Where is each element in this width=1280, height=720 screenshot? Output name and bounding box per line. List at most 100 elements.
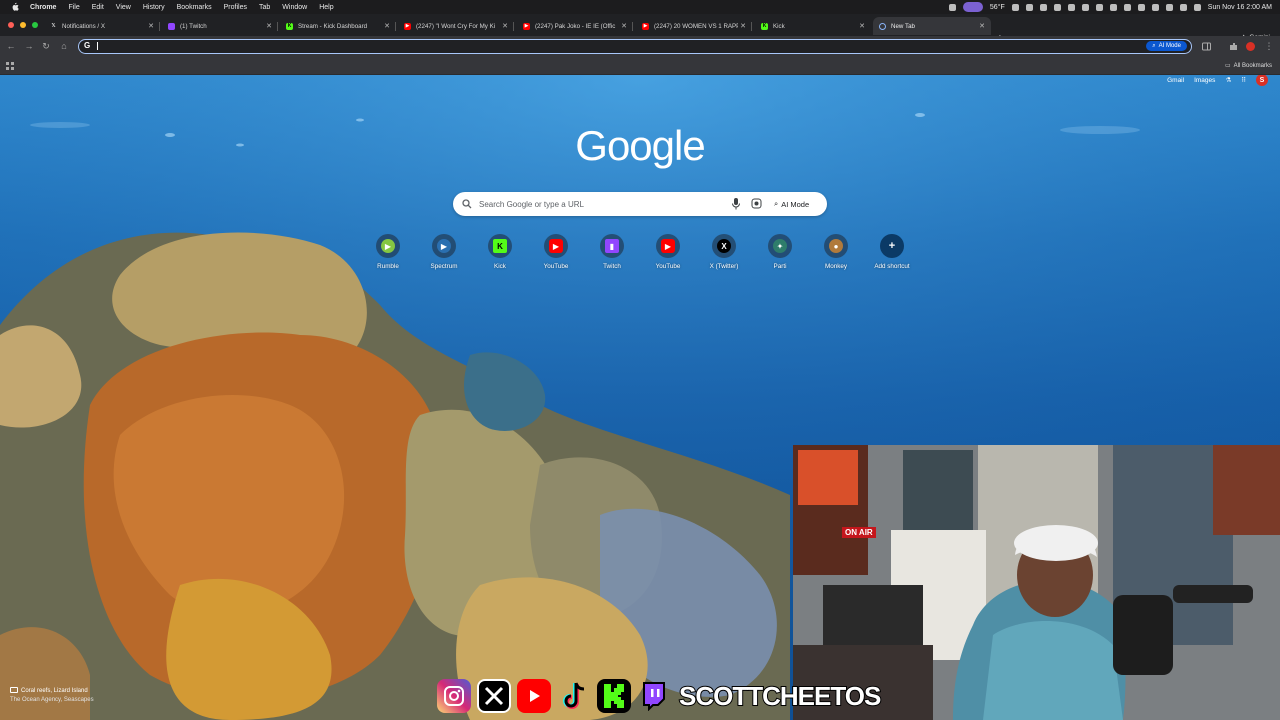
- tab-label: (2247) "I Wont Cry For My Ki: [416, 22, 496, 30]
- ai-mode-button[interactable]: ⌕ AI Mode: [769, 196, 814, 212]
- menu-view[interactable]: View: [116, 4, 131, 11]
- close-tab-icon[interactable]: ✕: [857, 22, 867, 30]
- home-icon[interactable]: ⌂: [58, 41, 70, 51]
- maximize-window-icon[interactable]: [32, 22, 38, 28]
- siri-icon[interactable]: [1193, 3, 1201, 11]
- side-panel-icon[interactable]: [1202, 42, 1211, 51]
- tab-kick[interactable]: K Kick ✕: [755, 17, 871, 35]
- close-tab-icon[interactable]: ✕: [500, 22, 510, 30]
- menu-tab[interactable]: Tab: [259, 4, 270, 11]
- photo-credit[interactable]: Coral reefs, Lizard Island The Ocean Age…: [10, 687, 94, 705]
- photo-credit-title: Coral reefs, Lizard Island: [21, 688, 88, 694]
- labs-flask-icon[interactable]: ⚗: [1225, 76, 1231, 84]
- status-pill-icon[interactable]: [962, 2, 983, 12]
- status-icon[interactable]: [1011, 3, 1019, 11]
- youtube-icon: [517, 679, 551, 713]
- menubar-status-area: 56°F Sun Nov 16 2:00 AM: [948, 0, 1272, 14]
- menu-help[interactable]: Help: [319, 4, 333, 11]
- youtube-icon: ▶: [404, 22, 411, 30]
- reload-icon[interactable]: ↻: [40, 41, 52, 52]
- shortcut-monkey[interactable]: ● Monkey: [808, 234, 864, 270]
- top-right-links: Gmail Images ⚗ ⠿ S: [1167, 75, 1268, 86]
- shortcut-twitch[interactable]: ▮ Twitch: [584, 234, 640, 270]
- menu-edit[interactable]: Edit: [92, 4, 104, 11]
- shortcut-tiles: ▶ Rumble ▶ Spectrum K Kick ▶ YouTube ▮ T…: [364, 234, 924, 279]
- bluetooth-icon[interactable]: [1081, 3, 1089, 11]
- status-icon[interactable]: [1053, 3, 1061, 11]
- minimize-window-icon[interactable]: [20, 22, 26, 28]
- status-icon[interactable]: [1179, 3, 1187, 11]
- more-menu-icon[interactable]: ⋮: [1263, 41, 1275, 52]
- account-avatar[interactable]: S: [1256, 75, 1268, 86]
- twitch-icon: ▮: [605, 239, 619, 253]
- search-box[interactable]: ⌕ AI Mode: [453, 192, 827, 216]
- shortcut-icon-container: ▶: [432, 234, 456, 258]
- shortcut-spectrum[interactable]: ▶ Spectrum: [416, 234, 472, 270]
- control-center-icon[interactable]: [1123, 3, 1131, 11]
- shortcut-youtube[interactable]: ▶ YouTube: [528, 234, 584, 270]
- status-icon[interactable]: [1151, 3, 1159, 11]
- close-tab-icon[interactable]: ✕: [146, 22, 156, 30]
- google-lens-icon[interactable]: [751, 198, 762, 209]
- menu-app-name[interactable]: Chrome: [30, 4, 56, 11]
- status-icon[interactable]: [1039, 3, 1047, 11]
- close-tab-icon[interactable]: ✕: [264, 22, 274, 30]
- gmail-link[interactable]: Gmail: [1167, 77, 1184, 84]
- status-icon[interactable]: [1025, 3, 1033, 11]
- tab-kick-dashboard[interactable]: K Stream - Kick Dashboard ✕: [280, 17, 396, 35]
- weather-widget[interactable]: 56°F: [990, 4, 1005, 11]
- youtube-icon: ▶: [523, 22, 530, 30]
- youtube-icon: ▶: [642, 22, 649, 30]
- apps-grid-icon[interactable]: [6, 62, 14, 70]
- close-tab-icon[interactable]: ✕: [977, 22, 987, 30]
- status-icon[interactable]: [1067, 3, 1075, 11]
- shortcut-youtube-2[interactable]: ▶ YouTube: [640, 234, 696, 270]
- search-input[interactable]: [479, 197, 719, 211]
- twitch-icon: [637, 679, 671, 713]
- shortcut-icon-container: ▶: [656, 234, 680, 258]
- monkey-icon: ●: [829, 239, 843, 253]
- address-input[interactable]: [97, 40, 997, 52]
- menu-profiles[interactable]: Profiles: [224, 4, 247, 11]
- extensions-icon[interactable]: [1229, 42, 1238, 51]
- tab-youtube-1[interactable]: ▶ (2247) "I Wont Cry For My Ki ✕: [398, 17, 514, 35]
- back-arrow-icon[interactable]: ←: [5, 41, 17, 51]
- google-apps-icon[interactable]: ⠿: [1241, 76, 1246, 84]
- ai-mode-search-icon: ⌕: [774, 199, 779, 208]
- microphone-icon[interactable]: [731, 198, 741, 210]
- x-icon: [477, 679, 511, 713]
- address-bar[interactable]: G ⌕ AI Mode: [78, 39, 1192, 54]
- menu-window[interactable]: Window: [282, 4, 307, 11]
- shortcut-kick[interactable]: K Kick: [472, 234, 528, 270]
- shortcut-rumble[interactable]: ▶ Rumble: [360, 234, 416, 270]
- folder-icon: ▭: [1224, 63, 1231, 69]
- omnibox-ai-mode-button[interactable]: ⌕ AI Mode: [1146, 41, 1187, 51]
- search-icon[interactable]: [1165, 3, 1173, 11]
- clock[interactable]: Sun Nov 16 2:00 AM: [1208, 4, 1272, 11]
- tab-notifications-x[interactable]: 𝕏 Notifications / X ✕: [44, 17, 160, 35]
- twitch-icon: [168, 22, 175, 30]
- close-tab-icon[interactable]: ✕: [619, 22, 629, 30]
- menu-history[interactable]: History: [143, 4, 165, 11]
- profile-avatar-icon[interactable]: [1246, 42, 1255, 51]
- status-icon[interactable]: [948, 3, 956, 11]
- add-shortcut-button[interactable]: + Add shortcut: [864, 234, 920, 270]
- menu-bookmarks[interactable]: Bookmarks: [177, 4, 212, 11]
- forward-arrow-icon[interactable]: →: [23, 41, 35, 51]
- close-tab-icon[interactable]: ✕: [382, 22, 392, 30]
- wifi-icon[interactable]: [1137, 3, 1145, 11]
- menu-file[interactable]: File: [68, 4, 79, 11]
- all-bookmarks-button[interactable]: ▭ All Bookmarks: [1224, 62, 1272, 70]
- shortcut-parti[interactable]: ✦ Parti: [752, 234, 808, 270]
- close-tab-icon[interactable]: ✕: [738, 22, 748, 30]
- close-window-icon[interactable]: [8, 22, 14, 28]
- tab-new-tab[interactable]: New Tab ✕: [873, 17, 991, 35]
- tab-youtube-2[interactable]: ▶ (2247) Pak Joko - IE IE (Offic ✕: [517, 17, 633, 35]
- apple-icon[interactable]: [10, 2, 20, 12]
- tab-youtube-3[interactable]: ▶ (2247) 20 WOMEN VS 1 RAPP ✕: [636, 17, 752, 35]
- tab-twitch[interactable]: (1) Twitch ✕: [162, 17, 278, 35]
- status-icon[interactable]: [1109, 3, 1117, 11]
- images-link[interactable]: Images: [1194, 77, 1215, 84]
- status-icon[interactable]: [1095, 3, 1103, 11]
- shortcut-x-twitter[interactable]: X X (Twitter): [696, 234, 752, 270]
